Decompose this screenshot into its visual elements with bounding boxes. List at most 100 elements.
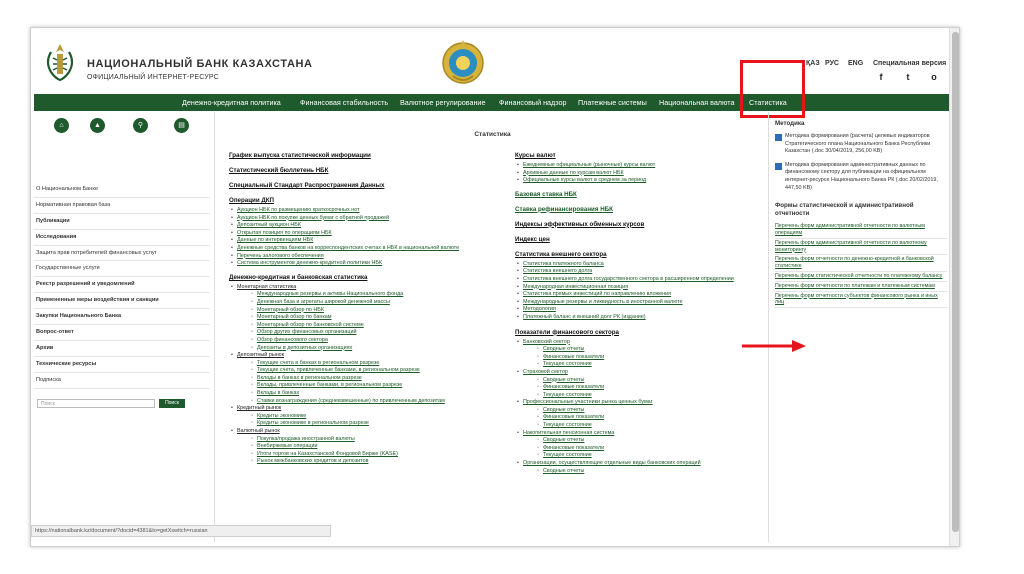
list-item[interactable]: Международные резервы и ликвидность в ин…	[515, 299, 767, 307]
financial-sector-heading[interactable]: Показатели финансового сектора	[515, 329, 767, 336]
special-version-link[interactable]: Специальная версия	[873, 60, 946, 67]
list-item[interactable]: Банковский сектор	[515, 339, 767, 347]
sub-list-item[interactable]: Обзор других финансовых организаций	[229, 329, 491, 337]
sub-list-item[interactable]: Финансовые показатели	[515, 354, 767, 362]
sidebar-item-public-services[interactable]: Государственные услуги	[34, 261, 210, 278]
sub-list-item[interactable]: Сводные отчеты	[515, 437, 767, 445]
list-item[interactable]: Данные по интервенциям НБК	[229, 237, 491, 245]
sub-list-item[interactable]: Сводные отчеты	[515, 346, 767, 354]
release-schedule-link[interactable]: График выпуска статистической информации	[229, 152, 491, 159]
sub-list-item[interactable]: Вклады в банках	[229, 390, 491, 398]
list-item[interactable]: Организации, осуществляющие отдельные ви…	[515, 460, 767, 468]
exchange-rate-index-link[interactable]: Индексы эффективных обменных курсов	[515, 221, 767, 228]
sidebar-item-subscription[interactable]: Подписка	[34, 373, 210, 389]
search-button[interactable]: Поиск	[159, 399, 185, 408]
base-rate-link[interactable]: Базовая ставка НБК	[515, 191, 767, 198]
sub-list-item[interactable]: Внебиржевые операции	[229, 443, 491, 451]
sub-list-item[interactable]: Итоги торгов на Казахстанской Фондовой Б…	[229, 451, 491, 459]
sidebar-item-sanctions[interactable]: Примененные меры воздействия и санкции	[34, 293, 210, 310]
bank-name[interactable]: НАЦИОНАЛЬНЫЙ БАНК КАЗАХСТАНА	[87, 58, 313, 70]
list-item[interactable]: Валютный рынок	[229, 428, 491, 436]
sub-list-item[interactable]: Сводные отчеты	[515, 377, 767, 385]
sidebar-item-legal-base[interactable]: Нормативная правовая база	[34, 198, 210, 214]
facebook-icon[interactable]: f	[876, 72, 886, 82]
list-item[interactable]: Открытая позиция по операциям НБК	[229, 230, 491, 238]
monetary-banking-heading[interactable]: Денежно-кредитная и банковская статистик…	[229, 274, 491, 281]
nav-item-currency-regulation[interactable]: Валютное регулирование	[400, 98, 485, 107]
nav-item-national-currency[interactable]: Национальная валюта	[659, 98, 734, 107]
sub-list-item[interactable]: Монетарный обзор по НБК	[229, 307, 491, 315]
sidebar-item-about[interactable]: О Национальном Банке	[34, 182, 210, 198]
sub-list-item[interactable]: Вклады, привлеченные банками, в регионал…	[229, 382, 491, 390]
forms-link-currency-ops[interactable]: Перечень форм административной отчетност…	[775, 222, 947, 239]
sub-list-item[interactable]: Кредиты экономике в региональном разрезе	[229, 420, 491, 428]
bank-logo-icon[interactable]	[43, 42, 77, 82]
forms-link-currency-monitoring[interactable]: Перечень форм административной отчетност…	[775, 239, 947, 256]
list-item[interactable]: Депозитный рынок	[229, 352, 491, 360]
sub-list-item[interactable]: Текущее состояние	[515, 422, 767, 430]
sub-list-item[interactable]: Финансовые показатели	[515, 414, 767, 422]
sub-list-item[interactable]: Вклады в банках в региональном разрезе	[229, 375, 491, 383]
lang-kz-link[interactable]: ҚАЗ	[806, 60, 820, 67]
sidebar-item-consumer-protection[interactable]: Защита прав потребителей финансовых услу…	[34, 246, 210, 262]
lang-ru-link[interactable]: РУС	[825, 60, 839, 67]
nav-item-financial-supervision[interactable]: Финансовый надзор	[499, 98, 566, 107]
list-item[interactable]: Платежный баланс и внешний долг РК (изда…	[515, 314, 767, 322]
list-item[interactable]: Методология	[515, 306, 767, 314]
forms-link-monetary-banking[interactable]: Перечень форм отчетности по денежно-кред…	[775, 255, 947, 272]
sidebar-item-publications[interactable]: Публикации	[34, 214, 210, 230]
refinancing-rate-link[interactable]: Ставка рефинансирования НБК	[515, 206, 767, 213]
stat-bulletin-link[interactable]: Статистический бюллетень НБК	[229, 167, 491, 174]
nav-item-monetary-policy[interactable]: Денежно-кредитная политика	[182, 98, 281, 107]
sub-list-item[interactable]: Сводные отчеты	[515, 468, 767, 476]
sub-list-item[interactable]: Финансовые показатели	[515, 384, 767, 392]
nav-item-payment-systems[interactable]: Платежные системы	[578, 98, 647, 107]
list-item[interactable]: Ежедневные официальные (рыночные) курсы …	[515, 162, 767, 170]
sidebar-item-research[interactable]: Исследования	[34, 230, 210, 246]
list-item[interactable]: Архивные данные по курсам валют НБК	[515, 170, 767, 178]
printer-icon[interactable]: ▤	[174, 118, 189, 133]
sdds-link[interactable]: Специальный Стандарт Распространения Дан…	[229, 182, 491, 189]
methodology-doc-1[interactable]: Методика формирования (расчета) целевых …	[775, 133, 947, 156]
external-sector-heading[interactable]: Статистика внешнего сектора	[515, 251, 767, 258]
sub-list-item[interactable]: Финансовые показатели	[515, 445, 767, 453]
list-item[interactable]: Статистика внешнего долга	[515, 268, 767, 276]
list-item[interactable]: Депозитный аукцион НБК	[229, 222, 491, 230]
list-item[interactable]: Аукцион НБК по размещению краткосрочных …	[229, 207, 491, 215]
sub-list-item[interactable]: Текущее состояние	[515, 392, 767, 400]
list-item[interactable]: Страховой сектор	[515, 369, 767, 377]
sub-list-item[interactable]: Текущие счета в банках в региональном ра…	[229, 360, 491, 368]
sub-list-item[interactable]: Монетарный обзор по банкам	[229, 314, 491, 322]
forms-link-payment-systems[interactable]: Перечень форм отчетности по платежам и п…	[775, 282, 947, 292]
sub-list-item[interactable]: Денежная база и агрегаты широкой денежно…	[229, 299, 491, 307]
sub-list-item[interactable]: Рынок межбанковских кредитов и депозитов	[229, 458, 491, 466]
methodology-doc-2[interactable]: Методика формирования административных д…	[775, 162, 947, 192]
forms-link-balance-of-payments[interactable]: Перечень форм статистической отчетности …	[775, 272, 947, 282]
home-icon[interactable]: ⌂	[54, 118, 69, 133]
dkp-operations-heading[interactable]: Операции ДКП	[229, 197, 491, 204]
sidebar-item-archive[interactable]: Архив	[34, 341, 210, 357]
list-item[interactable]: Накопительная пенсионная система	[515, 430, 767, 438]
sub-list-item[interactable]: Кредиты экономике	[229, 413, 491, 421]
instagram-icon[interactable]: o	[929, 72, 939, 82]
scrollbar-thumb[interactable]	[952, 32, 959, 532]
page-scrollbar[interactable]	[949, 28, 959, 546]
list-item[interactable]: Профессиональные участники рынка ценных …	[515, 399, 767, 407]
list-item[interactable]: Монетарная статистика	[229, 284, 491, 292]
list-item[interactable]: Статистика платежного баланса	[515, 261, 767, 269]
list-item[interactable]: Кредитный рынок	[229, 405, 491, 413]
sub-list-item[interactable]: Международные резервы и активы Националь…	[229, 291, 491, 299]
list-item[interactable]: Статистика прямых инвестиций по направле…	[515, 291, 767, 299]
list-item[interactable]: Денежные средства банков на корреспонден…	[229, 245, 491, 253]
price-index-link[interactable]: Индекс цен	[515, 236, 767, 243]
search-input[interactable]: Поиск	[37, 399, 155, 408]
list-item[interactable]: Официальные курсы валют в среднем за пер…	[515, 177, 767, 185]
lang-en-link[interactable]: ENG	[848, 60, 863, 67]
sub-list-item[interactable]: Обзор финансового сектора	[229, 337, 491, 345]
fx-rates-heading[interactable]: Курсы валют	[515, 152, 767, 159]
search-icon[interactable]: ⚲	[133, 118, 148, 133]
sub-list-item[interactable]: Текущие счета, привлеченные банками, в р…	[229, 367, 491, 375]
sidebar-item-faq[interactable]: Вопрос-ответ	[34, 325, 210, 341]
sub-list-item[interactable]: Покупка/продажа иностранной валюты	[229, 436, 491, 444]
user-icon[interactable]: ▲	[90, 118, 105, 133]
